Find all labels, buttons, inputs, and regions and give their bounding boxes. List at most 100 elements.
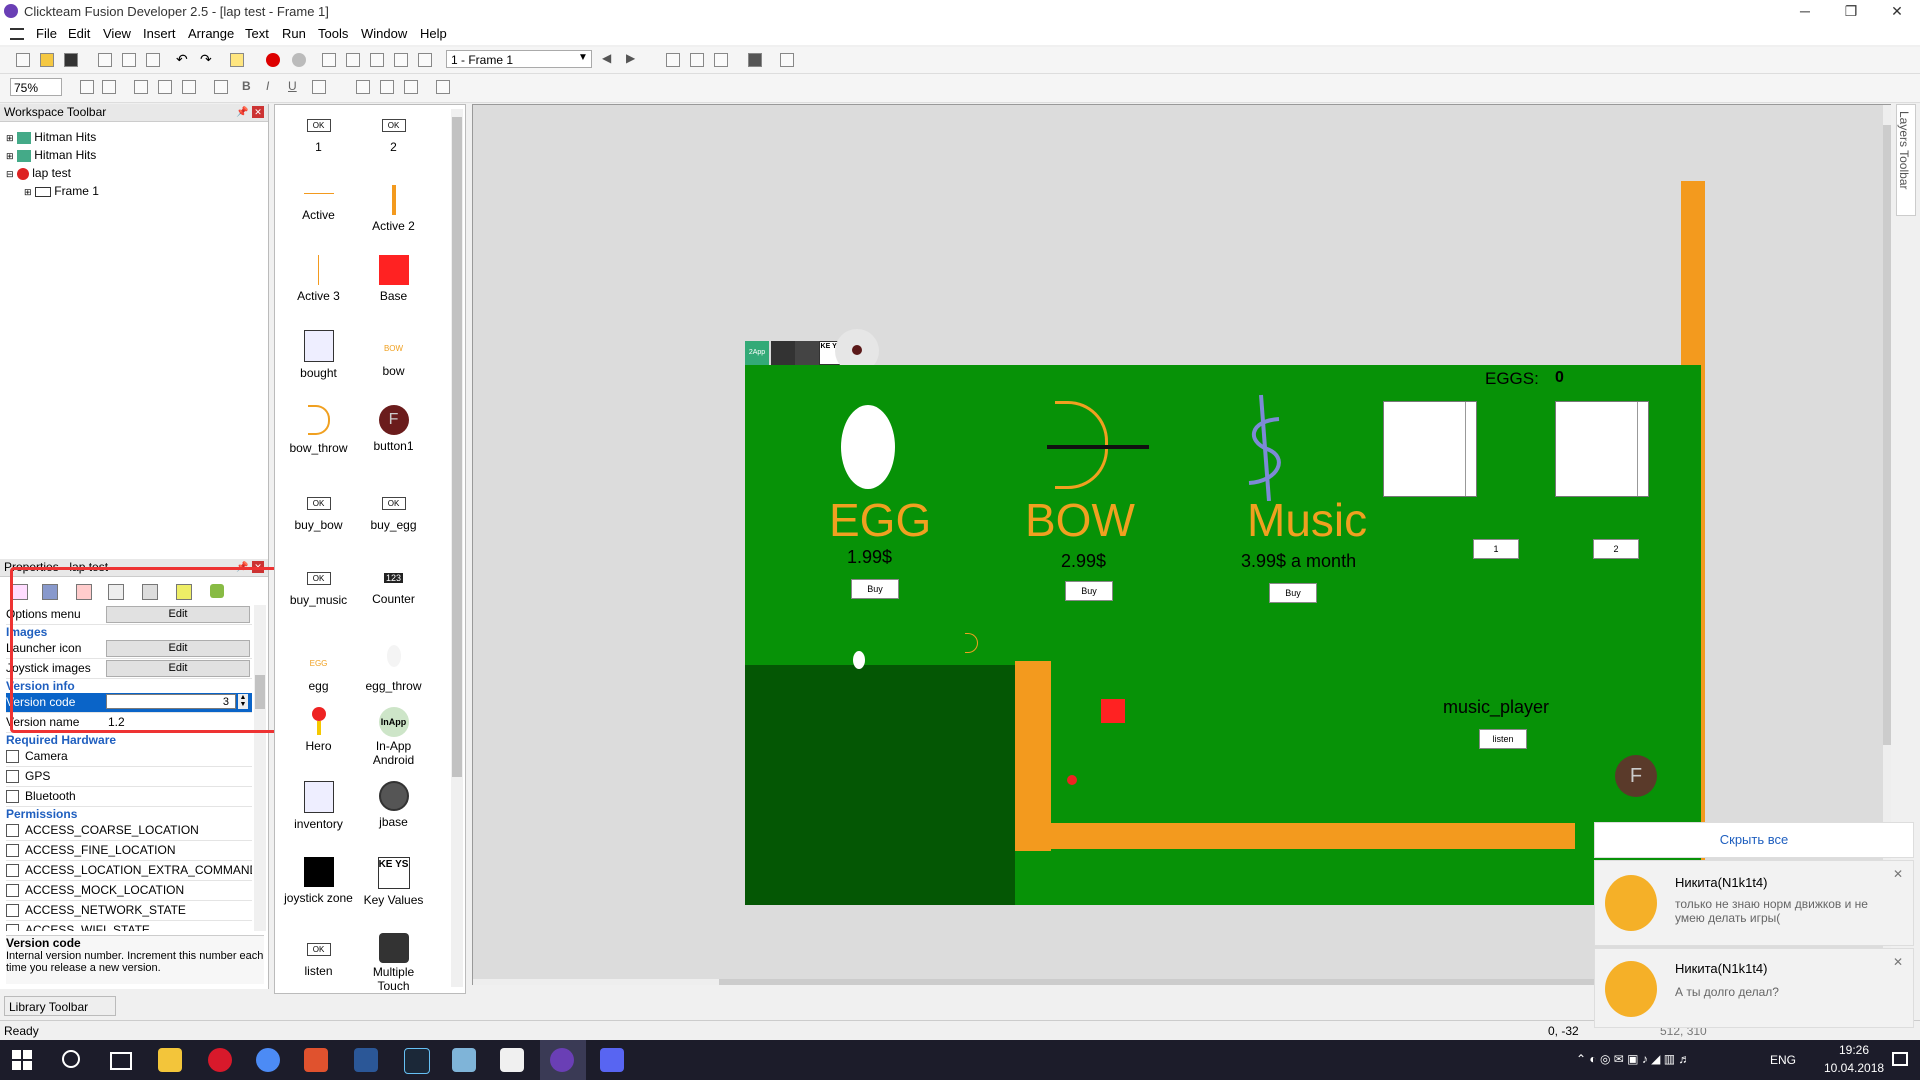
checkbox[interactable] [6,844,19,858]
zoom-select[interactable]: 75% [10,78,62,96]
object-buy-bow[interactable]: OK buy_bow [281,495,356,532]
slot-1-button[interactable]: 1 [1473,539,1519,559]
slot-2-button[interactable]: 2 [1593,539,1639,559]
object-inapp[interactable]: InApp In-App Android [356,707,431,767]
layout-icon-3[interactable] [712,51,730,69]
tree-item-frame-1[interactable]: ⊞ Frame 1 [24,182,99,200]
redo-icon[interactable]: ↷ [200,51,218,69]
menu-text[interactable]: Text [245,26,269,41]
maximize-button[interactable]: ❐ [1828,0,1874,23]
base-sprite[interactable] [1101,699,1125,723]
clickteam-fusion-icon[interactable] [550,1048,574,1072]
inventory-slot-1[interactable] [1383,401,1477,497]
checkbox[interactable] [6,884,19,898]
tree-item-hitman-1[interactable]: ⊞ Hitman Hits [6,128,96,146]
prop-permission[interactable]: ACCESS_MOCK_LOCATION [6,881,252,901]
prop-permission[interactable]: ACCESS_WIFI_STATE [6,921,252,931]
tray-icons[interactable]: ⌃ ◐ ◎ ✉ ▣ ♪ ◢ ▥ ♬ [1576,1052,1690,1066]
layout-icon-5[interactable] [778,51,796,69]
close-icon[interactable]: ✕ [1893,867,1903,881]
pin-icon[interactable]: 📌 [236,104,248,121]
object-listen[interactable]: OK listen [281,941,356,978]
help-icon[interactable] [228,51,246,69]
object-2[interactable]: OK 2 [356,117,431,154]
checkbox[interactable] [6,904,19,918]
object-buy-music[interactable]: OK buy_music [281,570,356,607]
copy-icon[interactable] [120,51,138,69]
search-icon[interactable] [62,1050,80,1068]
cut-icon[interactable] [96,51,114,69]
hamburger-icon[interactable] [10,28,24,40]
stop-icon[interactable] [264,51,282,69]
library-toolbar-tab[interactable]: Library Toolbar [4,996,116,1016]
close-icon[interactable]: ✕ [252,106,264,118]
object-inventory[interactable]: inventory [281,781,356,831]
next-frame-icon[interactable]: ▶ [626,51,635,65]
layout-icon-4[interactable] [746,51,764,69]
app-icon[interactable] [452,1048,476,1072]
notification-center-icon[interactable] [1892,1052,1908,1066]
save-icon[interactable] [62,51,80,69]
pick-tool-icon[interactable] [100,78,118,96]
windows-start-icon[interactable] [12,1050,32,1070]
open-folder-icon[interactable] [38,51,56,69]
app-icon[interactable] [500,1048,524,1072]
new-file-icon[interactable] [14,51,32,69]
buy-bow-button[interactable]: Buy [1065,581,1113,601]
object-active[interactable]: Active [281,185,356,222]
data-elements-icon[interactable] [416,51,434,69]
object-1[interactable]: OK 1 [281,117,356,154]
opera-icon[interactable] [208,1048,232,1072]
menu-arrange[interactable]: Arrange [188,26,234,41]
event-editor-icon[interactable] [368,51,386,69]
object-bow-throw[interactable]: bow_throw [281,405,356,455]
buy-egg-button[interactable]: Buy [851,579,899,599]
steam-icon[interactable] [404,1048,430,1074]
word-icon[interactable] [354,1048,378,1072]
run-icon[interactable] [290,51,308,69]
frame-select[interactable]: 1 - Frame 1 [446,50,592,68]
object-bow[interactable]: BOW bow [356,330,431,378]
menu-window[interactable]: Window [361,26,407,41]
object-hero[interactable]: Hero [281,707,356,753]
prop-gps[interactable]: GPS [6,767,252,787]
language-indicator[interactable]: ENG [1770,1053,1796,1067]
layers-toolbar-tab[interactable]: Layers Toolbar [1896,104,1916,216]
checkbox[interactable] [6,750,19,764]
object-key-values[interactable]: KE YS Key Values [356,857,431,907]
tree-item-hitman-2[interactable]: ⊞ Hitman Hits [6,146,96,164]
storyboard-icon[interactable] [320,51,338,69]
hide-all-link[interactable]: Скрыть все [1595,823,1913,857]
prop-camera[interactable]: Camera [6,747,252,767]
prop-bluetooth[interactable]: Bluetooth [6,787,252,807]
dollar-sprite[interactable] [1229,391,1299,502]
minimize-button[interactable]: ─ [1782,0,1828,23]
object-joystick-zone[interactable]: joystick zone [281,857,356,905]
menu-edit[interactable]: Edit [68,26,90,41]
object-button1[interactable]: Fbutton1 [356,405,431,453]
fill-color-icon[interactable] [310,78,328,96]
layout-icon-1[interactable] [664,51,682,69]
app-icon[interactable]: 2App [745,341,769,365]
egg-sprite[interactable] [841,405,895,489]
prop-permission[interactable]: ACCESS_NETWORK_STATE [6,901,252,921]
object-jbase[interactable]: jbase [356,781,431,829]
object-buy-egg[interactable]: OK buy_egg [356,495,431,532]
egg-throw-sprite[interactable] [853,651,865,669]
menu-help[interactable]: Help [420,26,447,41]
tree-item-lap-test[interactable]: ⊟ lap test [6,164,71,182]
checkbox[interactable] [6,924,19,931]
hand-icon[interactable] [795,341,819,365]
checkbox[interactable] [6,864,19,878]
object-multiple-touch[interactable]: Multiple Touch [356,933,431,993]
prop-permission[interactable]: ACCESS_COARSE_LOCATION [6,821,252,841]
menu-file[interactable]: File [36,26,57,41]
prop-permission[interactable]: ACCESS_FINE_LOCATION [6,841,252,861]
touch-icon[interactable] [771,341,795,365]
menu-tools[interactable]: Tools [318,26,348,41]
object-counter[interactable]: 123 Counter [356,570,431,606]
grid-icon[interactable] [132,78,150,96]
object-list-scrollbar[interactable] [451,109,463,987]
checkbox[interactable] [6,824,19,838]
event-list-icon[interactable] [392,51,410,69]
